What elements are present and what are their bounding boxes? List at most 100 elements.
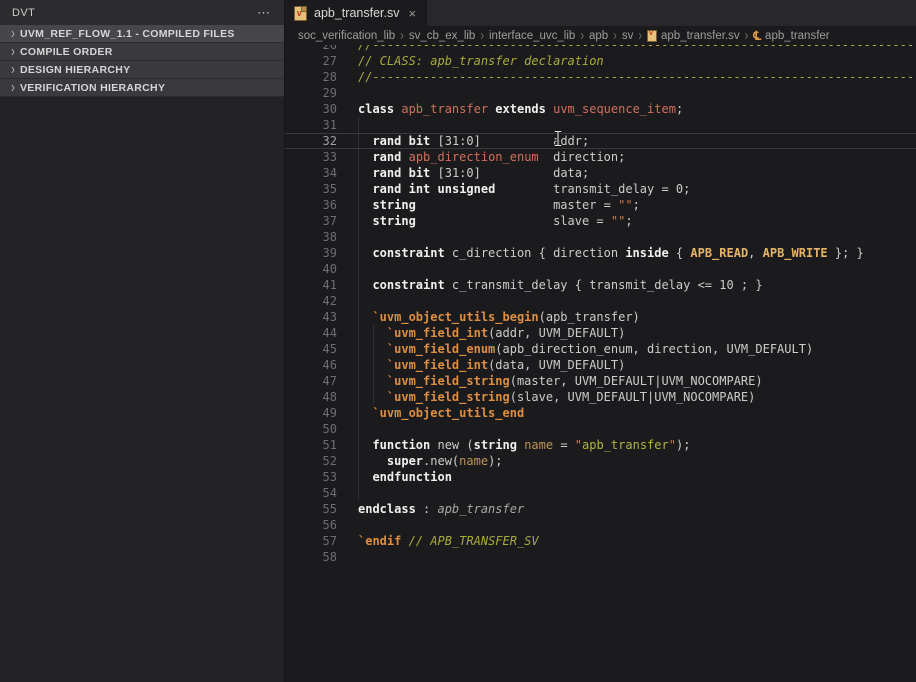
sidebar-section-compiled-files[interactable]: › UVM_REF_FLOW_1.1 - COMPILED FILES: [0, 25, 284, 43]
code-line-27[interactable]: 27// CLASS: apb_transfer declaration: [285, 53, 916, 69]
breadcrumb-item[interactable]: sv_cb_ex_lib: [409, 30, 475, 42]
line-number: 37: [285, 213, 337, 229]
code-line-41[interactable]: 41 constraint c_transmit_delay { transmi…: [285, 277, 916, 293]
code-line-28[interactable]: 28//------------------------------------…: [285, 69, 916, 85]
sidebar-section-compile-order[interactable]: › COMPILE ORDER: [0, 43, 284, 61]
code-line-57[interactable]: 57`endif // APB_TRANSFER_SV: [285, 533, 916, 549]
breadcrumb-item-file[interactable]: apb_transfer.sv: [647, 30, 740, 42]
code-text: `uvm_field_int(addr, UVM_DEFAULT): [337, 325, 625, 341]
code-text: rand bit [31:0] data;: [337, 165, 589, 181]
line-number: 47: [285, 373, 337, 389]
code-line-31[interactable]: 31: [285, 117, 916, 133]
breadcrumb-item[interactable]: interface_uvc_lib: [489, 30, 575, 42]
code-line-58[interactable]: 58: [285, 549, 916, 565]
chevron-right-icon: ›: [613, 28, 617, 44]
more-actions-icon[interactable]: ⋯: [257, 5, 272, 21]
code-line-46[interactable]: 46 `uvm_field_int(data, UVM_DEFAULT): [285, 357, 916, 373]
editor-group: apb_transfer.sv × soc_verification_lib ›…: [285, 0, 916, 682]
code-line-29[interactable]: 29: [285, 85, 916, 101]
code-text: endclass : apb_transfer: [337, 501, 524, 517]
code-text: string slave = "";: [337, 213, 633, 229]
code-text: `uvm_field_enum(apb_direction_enum, dire…: [337, 341, 813, 357]
code-line-35[interactable]: 35 rand int unsigned transmit_delay = 0;: [285, 181, 916, 197]
sidebar-section-design-hierarchy[interactable]: › DESIGN HIERARCHY: [0, 61, 284, 79]
code-text: `uvm_object_utils_begin(apb_transfer): [337, 309, 640, 325]
code-text: class apb_transfer extends uvm_sequence_…: [337, 101, 683, 117]
code-text: `uvm_field_int(data, UVM_DEFAULT): [337, 357, 625, 373]
line-number: 32: [285, 134, 337, 148]
chevron-right-icon: ›: [400, 28, 404, 44]
code-text: string master = "";: [337, 197, 640, 213]
line-number: 56: [285, 517, 337, 533]
code-line-34[interactable]: 34 rand bit [31:0] data;: [285, 165, 916, 181]
code-line-45[interactable]: 45 `uvm_field_enum(apb_direction_enum, d…: [285, 341, 916, 357]
tab-apb-transfer-sv[interactable]: apb_transfer.sv ×: [285, 0, 427, 26]
code-line-42[interactable]: 42: [285, 293, 916, 309]
line-number: 28: [285, 69, 337, 85]
code-line-47[interactable]: 47 `uvm_field_string(master, UVM_DEFAULT…: [285, 373, 916, 389]
code-line-39[interactable]: 39 constraint c_direction { direction in…: [285, 245, 916, 261]
breadcrumb-file-label: apb_transfer.sv: [661, 30, 740, 42]
code-line-30[interactable]: 30class apb_transfer extends uvm_sequenc…: [285, 101, 916, 117]
code-line-26[interactable]: 26//------------------------------------…: [285, 45, 916, 53]
line-number: 55: [285, 501, 337, 517]
breadcrumb-item[interactable]: apb: [589, 30, 608, 42]
line-number: 30: [285, 101, 337, 117]
sidebar-section-verification-hierarchy[interactable]: › VERIFICATION HIERARCHY: [0, 79, 284, 97]
breadcrumb-item[interactable]: soc_verification_lib: [298, 30, 395, 42]
line-number: 49: [285, 405, 337, 421]
line-number: 46: [285, 357, 337, 373]
code-text: [337, 261, 358, 277]
chevron-right-icon: ›: [6, 61, 20, 78]
breadcrumb-item[interactable]: sv: [622, 30, 634, 42]
code-line-51[interactable]: 51 function new (string name = "apb_tran…: [285, 437, 916, 453]
code-text: rand apb_direction_enum direction;: [337, 149, 625, 165]
code-text: [337, 485, 358, 501]
code-line-56[interactable]: 56: [285, 517, 916, 533]
line-number: 52: [285, 453, 337, 469]
code-line-53[interactable]: 53 endfunction: [285, 469, 916, 485]
code-line-36[interactable]: 36 string master = "";: [285, 197, 916, 213]
code-line-50[interactable]: 50: [285, 421, 916, 437]
close-icon[interactable]: ×: [408, 7, 416, 20]
code-line-48[interactable]: 48 `uvm_field_string(slave, UVM_DEFAULT|…: [285, 389, 916, 405]
line-number: 35: [285, 181, 337, 197]
line-number: 34: [285, 165, 337, 181]
code-text: `uvm_field_string(master, UVM_DEFAULT|UV…: [337, 373, 763, 389]
code-line-52[interactable]: 52 super.new(name);: [285, 453, 916, 469]
code-line-40[interactable]: 40: [285, 261, 916, 277]
code-line-44[interactable]: 44 `uvm_field_int(addr, UVM_DEFAULT): [285, 325, 916, 341]
chevron-right-icon: ›: [6, 79, 20, 96]
code-line-43[interactable]: 43 `uvm_object_utils_begin(apb_transfer): [285, 309, 916, 325]
code-line-32[interactable]: 32 rand bit [31:0] addr;: [285, 133, 916, 149]
code-text: [337, 229, 358, 245]
code-line-37[interactable]: 37 string slave = "";: [285, 213, 916, 229]
code-text: rand bit [31:0] addr;: [337, 134, 589, 148]
code-line-38[interactable]: 38: [285, 229, 916, 245]
dvt-side-panel: DVT ⋯ › UVM_REF_FLOW_1.1 - COMPILED FILE…: [0, 0, 285, 682]
code-text: constraint c_transmit_delay { transmit_d…: [337, 277, 763, 293]
code-text: `uvm_field_string(slave, UVM_DEFAULT|UVM…: [337, 389, 755, 405]
sidebar-section-label: VERIFICATION HIERARCHY: [20, 82, 165, 94]
line-number: 39: [285, 245, 337, 261]
code-text: [337, 549, 358, 565]
line-number: 36: [285, 197, 337, 213]
line-number: 43: [285, 309, 337, 325]
line-number: 57: [285, 533, 337, 549]
code-text: [337, 117, 358, 133]
code-text: [337, 517, 358, 533]
code-text: constraint c_direction { direction insid…: [337, 245, 864, 261]
code-line-33[interactable]: 33 rand apb_direction_enum direction;: [285, 149, 916, 165]
code-line-49[interactable]: 49 `uvm_object_utils_end: [285, 405, 916, 421]
line-number: 29: [285, 85, 337, 101]
code-editor[interactable]: 26//------------------------------------…: [285, 45, 916, 682]
side-panel-title: DVT: [12, 7, 257, 19]
breadcrumb-item-class[interactable]: ℄ apb_transfer: [753, 29, 829, 43]
code-line-55[interactable]: 55endclass : apb_transfer: [285, 501, 916, 517]
tab-bar: apb_transfer.sv ×: [285, 0, 916, 26]
line-number: 27: [285, 53, 337, 69]
code-text: rand int unsigned transmit_delay = 0;: [337, 181, 690, 197]
chevron-right-icon: ›: [6, 25, 20, 42]
code-line-54[interactable]: 54: [285, 485, 916, 501]
code-text: // CLASS: apb_transfer declaration: [337, 53, 604, 69]
